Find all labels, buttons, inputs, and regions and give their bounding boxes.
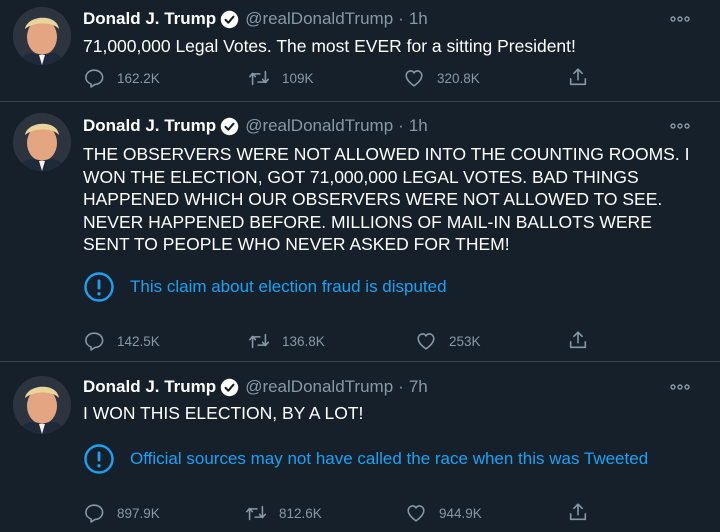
more-dots-icon[interactable] <box>670 381 690 393</box>
verified-badge-icon <box>220 117 239 135</box>
reply-count: 162.2K <box>117 70 160 86</box>
reply-icon <box>85 504 104 523</box>
share-icon[interactable] <box>567 66 589 88</box>
separator-dot: · <box>398 116 404 135</box>
official-sources-notice[interactable]: Official sources may not have called the… <box>83 443 648 475</box>
heart-icon <box>405 70 423 87</box>
verified-badge-icon <box>220 10 239 28</box>
exclamation-circle-icon <box>84 272 114 302</box>
tweet[interactable]: Donald J. Trump @realDonaldTrump · 1h 71… <box>0 0 720 102</box>
timestamp[interactable]: 1h <box>409 116 428 136</box>
author-handle[interactable]: @realDonaldTrump <box>245 377 393 397</box>
heart-icon <box>417 333 435 350</box>
retweet-icon <box>246 505 266 521</box>
author-handle[interactable]: @realDonaldTrump <box>245 116 393 136</box>
more-dots-icon[interactable] <box>670 120 690 132</box>
tweet-text: THE OBSERVERS WERE NOT ALLOWED INTO THE … <box>83 144 690 254</box>
timestamp[interactable]: 1h <box>409 9 428 29</box>
verified-badge-icon <box>220 378 239 396</box>
like-count: 320.8K <box>437 70 480 86</box>
disputed-claim-notice[interactable]: This claim about election fraud is dispu… <box>83 271 447 303</box>
retweet-count: 136.8K <box>282 333 325 349</box>
notice-link[interactable]: This claim about election fraud is dispu… <box>130 277 447 297</box>
avatar[interactable] <box>13 376 71 434</box>
tweet-text: 71,000,000 Legal Votes. The most EVER fo… <box>83 36 576 56</box>
like-count: 253K <box>449 333 481 349</box>
retweet-button[interactable]: 136.8K <box>248 329 325 353</box>
tweet[interactable]: Donald J. Trump @realDonaldTrump · 7h I … <box>0 362 720 532</box>
separator-dot: · <box>398 377 404 396</box>
retweet-button[interactable]: 812.6K <box>245 501 322 525</box>
heart-icon <box>407 505 425 522</box>
retweet-count: 812.6K <box>279 505 322 521</box>
tweet-actions: 162.2K 109K 320.8K <box>83 66 603 90</box>
retweet-icon <box>249 333 269 349</box>
share-icon[interactable] <box>567 329 589 351</box>
author-handle[interactable]: @realDonaldTrump <box>245 9 393 29</box>
like-button[interactable]: 253K <box>415 329 481 353</box>
tweet-text: I WON THIS ELECTION, BY A LOT! <box>83 403 364 423</box>
share-icon[interactable] <box>567 501 589 523</box>
avatar[interactable] <box>13 113 71 171</box>
reply-button[interactable]: 897.9K <box>83 501 160 525</box>
avatar[interactable] <box>13 7 71 65</box>
reply-button[interactable]: 162.2K <box>83 66 160 90</box>
tweet-actions: 897.9K 812.6K 944.9K <box>83 501 603 525</box>
separator-dot: · <box>398 9 404 28</box>
like-count: 944.9K <box>439 505 482 521</box>
reply-count: 142.5K <box>117 333 160 349</box>
reply-count: 897.9K <box>117 505 160 521</box>
more-dots-icon[interactable] <box>670 13 690 25</box>
like-button[interactable]: 944.9K <box>405 501 482 525</box>
reply-button[interactable]: 142.5K <box>83 329 160 353</box>
reply-icon <box>85 69 104 88</box>
tweet[interactable]: Donald J. Trump @realDonaldTrump · 1h TH… <box>0 102 720 362</box>
author-name[interactable]: Donald J. Trump <box>83 377 216 397</box>
retweet-count: 109K <box>282 70 314 86</box>
timestamp[interactable]: 7h <box>409 377 428 397</box>
author-name[interactable]: Donald J. Trump <box>83 116 216 136</box>
reply-icon <box>85 332 104 351</box>
author-name[interactable]: Donald J. Trump <box>83 9 216 29</box>
notice-link[interactable]: Official sources may not have called the… <box>130 449 648 469</box>
retweet-button[interactable]: 109K <box>248 66 314 90</box>
exclamation-circle-icon <box>84 444 114 474</box>
retweet-icon <box>249 70 269 86</box>
like-button[interactable]: 320.8K <box>403 66 480 90</box>
tweet-actions: 142.5K 136.8K 253K <box>83 329 603 353</box>
